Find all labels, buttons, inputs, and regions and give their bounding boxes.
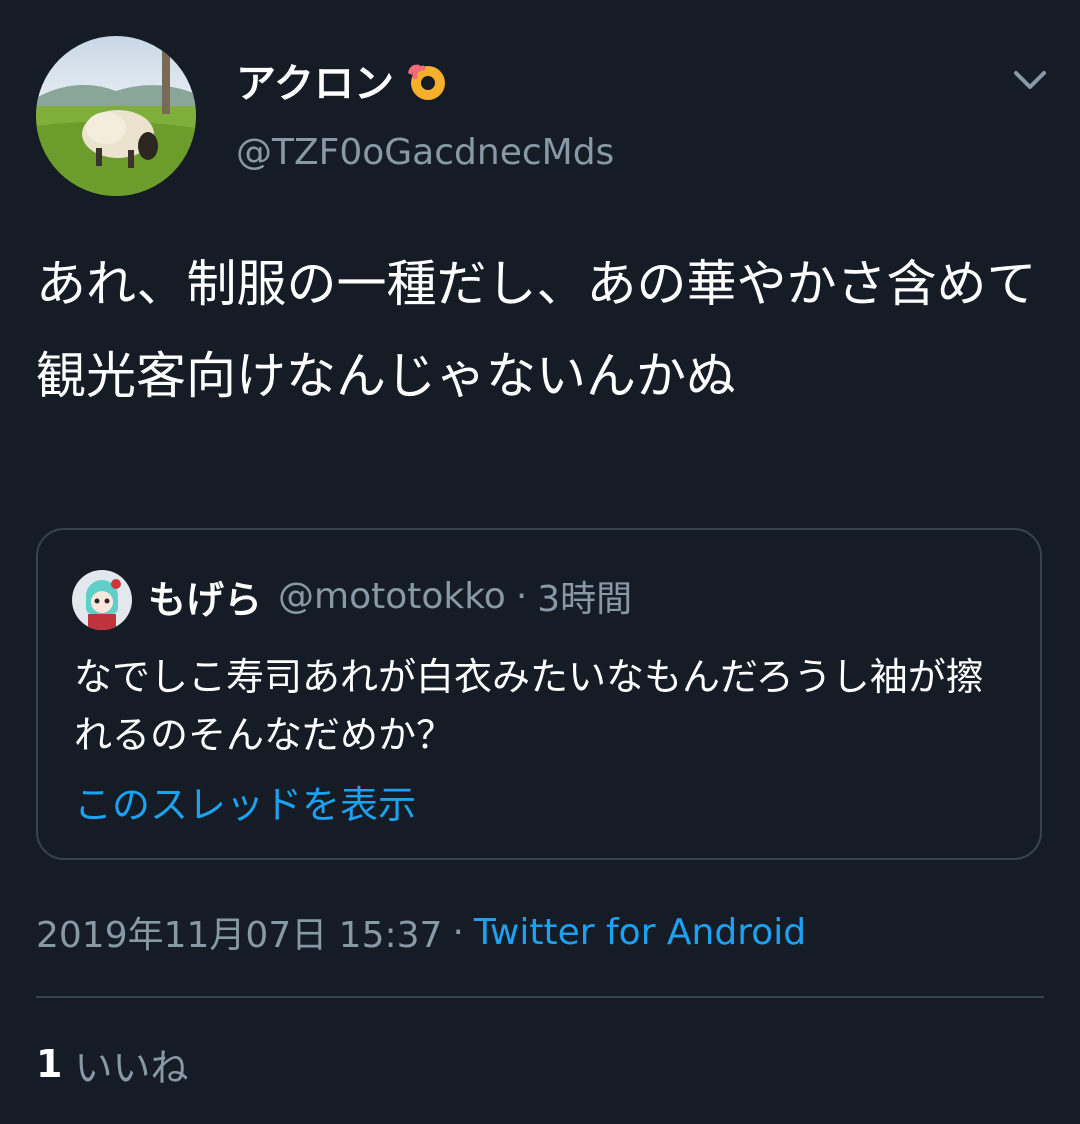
author-avatar[interactable]	[36, 36, 196, 196]
quoted-tweet-time: 3時間	[537, 579, 633, 620]
anime-character-avatar	[72, 570, 132, 630]
quoted-author-avatar[interactable]	[72, 570, 132, 630]
show-thread-link[interactable]: このスレッドを表示	[74, 776, 416, 834]
tweet-datetime: 2019年11月07日 15:37	[36, 915, 443, 956]
quoted-tweet-text: なでしこ寿司あれが白衣みたいなもんだろうし袖が擦れるのそんなだめか？	[74, 655, 984, 757]
tweet-menu-button[interactable]	[1010, 60, 1050, 100]
likes-stat[interactable]: 1 いいね	[36, 1036, 188, 1092]
header-separator: ·	[515, 575, 528, 617]
likes-count: 1	[36, 1042, 63, 1086]
tweet-source-link[interactable]: Twitter for Android	[474, 912, 806, 953]
ok-hand-emoji-icon	[408, 64, 445, 100]
tweet-text: あれ、制服の一種だし、あの華やかさ含めて観光客向けなんじゃないんかぬ	[36, 255, 1037, 405]
author-display-name[interactable]: アクロン	[236, 52, 448, 108]
divider	[36, 996, 1044, 998]
display-name-text: アクロン	[236, 61, 394, 107]
chevron-down-icon	[1014, 71, 1046, 89]
meta-separator: ·	[452, 911, 464, 953]
quoted-author-handle[interactable]: @mototokko	[278, 576, 506, 617]
sheep-photo-avatar	[36, 36, 196, 196]
quoted-author-name[interactable]: もげら	[148, 569, 262, 624]
likes-label: いいね	[74, 1045, 189, 1090]
tweet-meta: 2019年11月07日 15:37 · Twitter for Android	[36, 904, 806, 960]
author-handle[interactable]: @TZF0oGacdnecMds	[236, 132, 614, 173]
quoted-tweet-header: もげら @mototokko · 3時間	[148, 568, 632, 624]
